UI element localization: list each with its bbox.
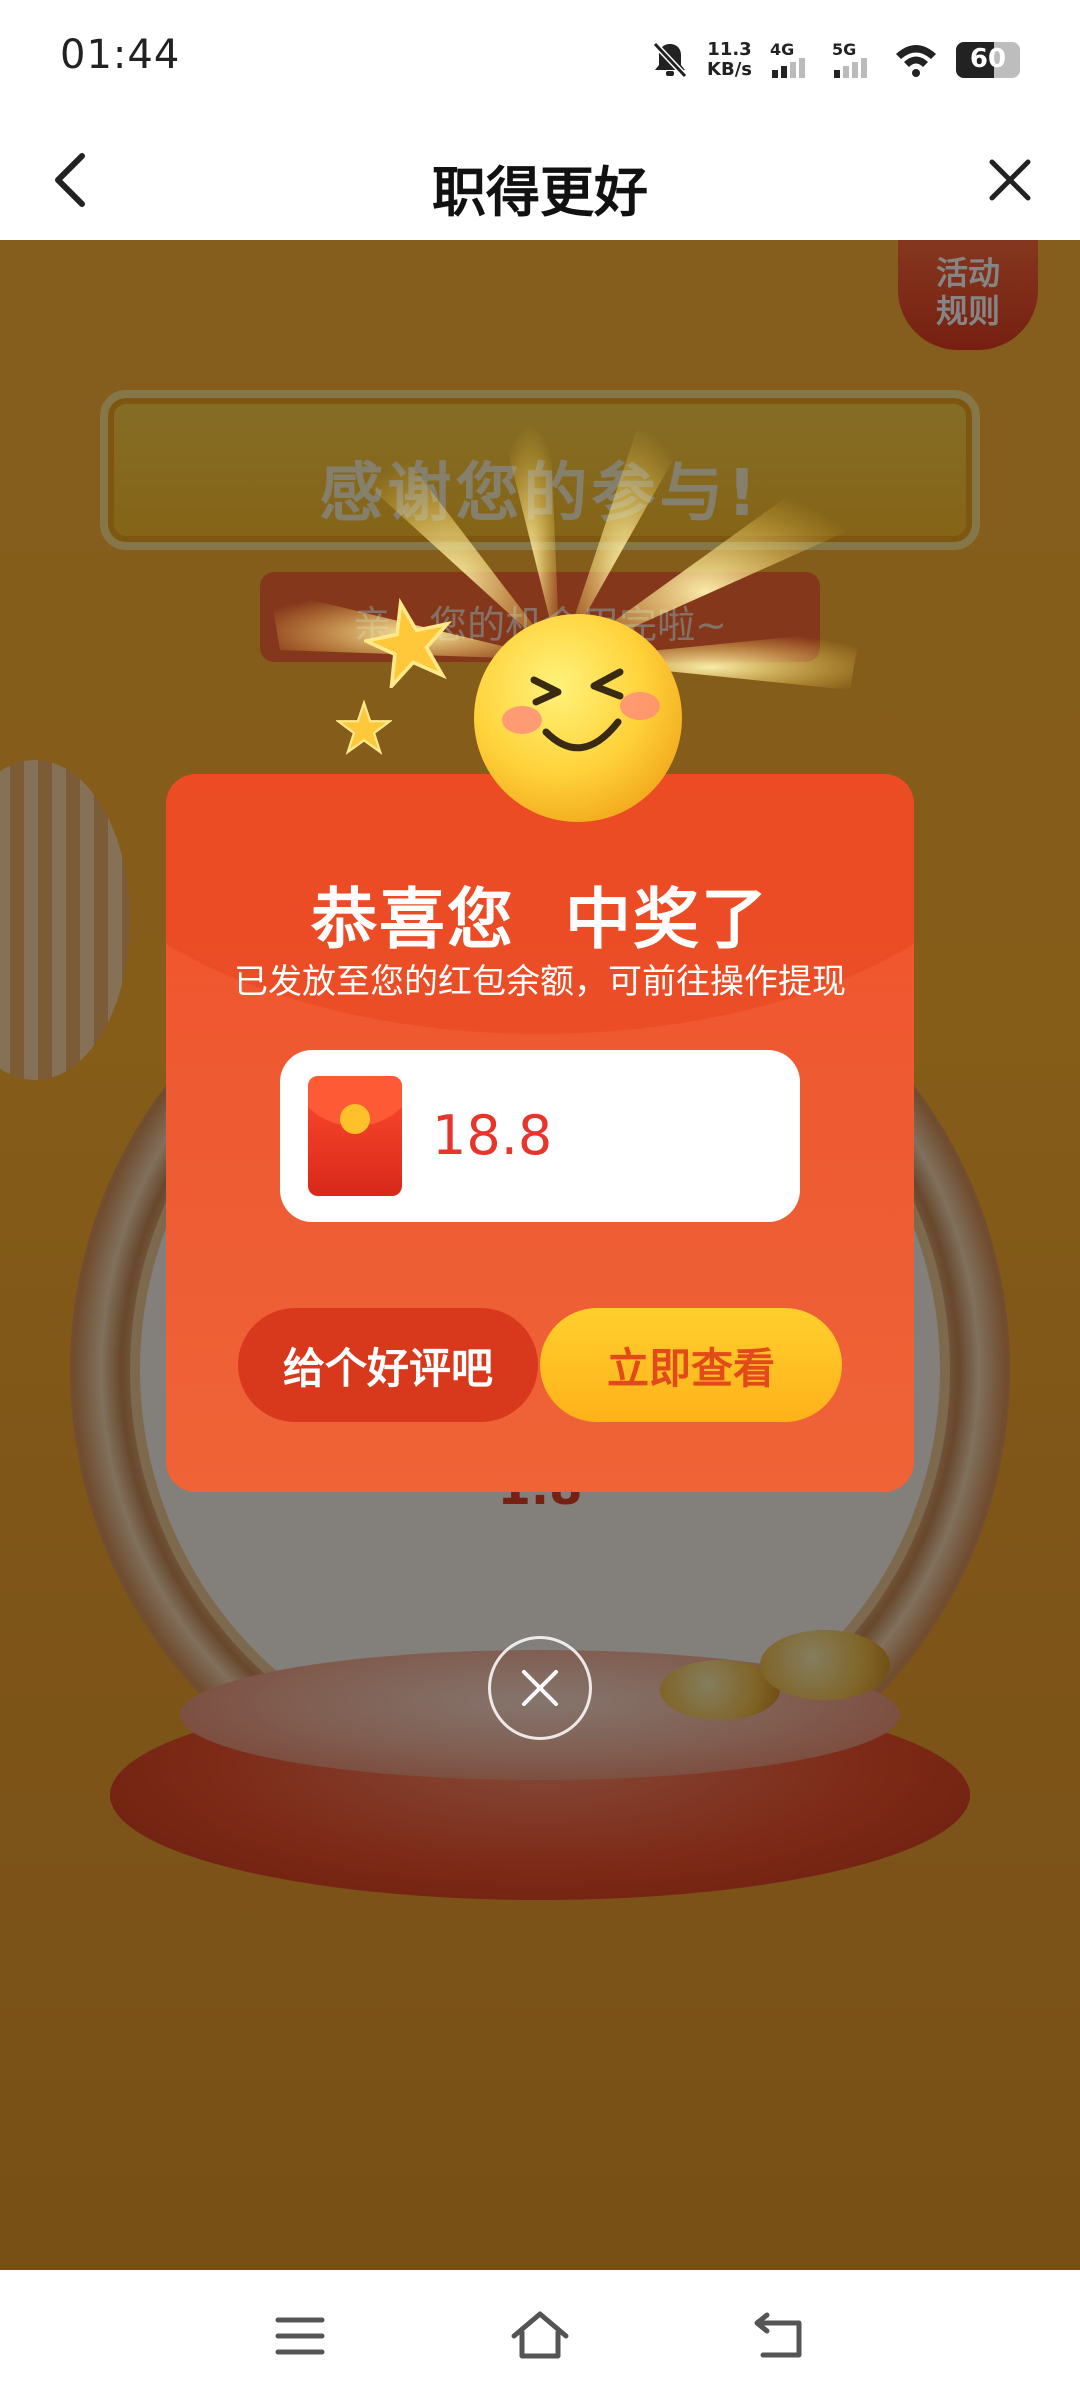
status-bar: 01:44 11.3 KB/s 4G 5G 60 — [0, 0, 1080, 120]
prize-modal: 恭喜您 中奖了 已发放至您的红包余额，可前往操作提现 18.8 给个好评吧 立即… — [166, 774, 914, 1492]
nav-menu-button[interactable] — [268, 2304, 332, 2368]
menu-icon — [275, 2317, 325, 2355]
home-icon — [511, 2311, 569, 2359]
battery-icon: 60 — [956, 42, 1020, 78]
battery-level: 60 — [969, 44, 1007, 74]
back-icon — [754, 2312, 802, 2358]
red-envelope-icon — [308, 1076, 402, 1196]
nav-home-button[interactable] — [508, 2304, 572, 2368]
modal-title: 恭喜您 中奖了 — [311, 881, 769, 958]
close-circle-icon — [522, 1670, 558, 1706]
signal-4g-icon: 4G — [770, 40, 814, 80]
prize-card: 18.8 — [280, 1050, 800, 1222]
mute-bell-icon — [652, 41, 688, 79]
modal-subtitle: 已发放至您的红包余额，可前往操作提现 — [234, 962, 846, 1002]
signal-4g-label: 4G — [770, 40, 795, 59]
star-icon — [336, 700, 392, 755]
prize-amount: 18.8 — [432, 1104, 553, 1167]
page-title: 职得更好 — [432, 161, 648, 224]
close-button[interactable] — [980, 150, 1040, 210]
view-now-button[interactable]: 立即查看 — [540, 1308, 842, 1422]
status-icons: 11.3 KB/s 4G 5G 60 — [651, 30, 1020, 90]
network-speed-unit: KB/s — [707, 59, 752, 80]
wifi-icon — [896, 45, 936, 77]
star-icon — [364, 598, 453, 688]
app-header: 职得更好 — [0, 120, 1080, 240]
smiling-face-icon — [474, 614, 682, 822]
close-icon — [989, 159, 1031, 201]
modal-close-button[interactable] — [488, 1636, 592, 1740]
status-time: 01:44 — [60, 32, 181, 78]
network-speed: 11.3 KB/s — [707, 40, 752, 80]
nav-back-button[interactable] — [748, 2304, 812, 2368]
give-review-button[interactable]: 给个好评吧 — [238, 1308, 538, 1422]
system-nav-bar — [0, 2270, 1080, 2400]
signal-5g-label: 5G — [832, 40, 857, 59]
signal-5g-icon: 5G — [832, 40, 876, 80]
network-speed-value: 11.3 — [707, 39, 752, 60]
